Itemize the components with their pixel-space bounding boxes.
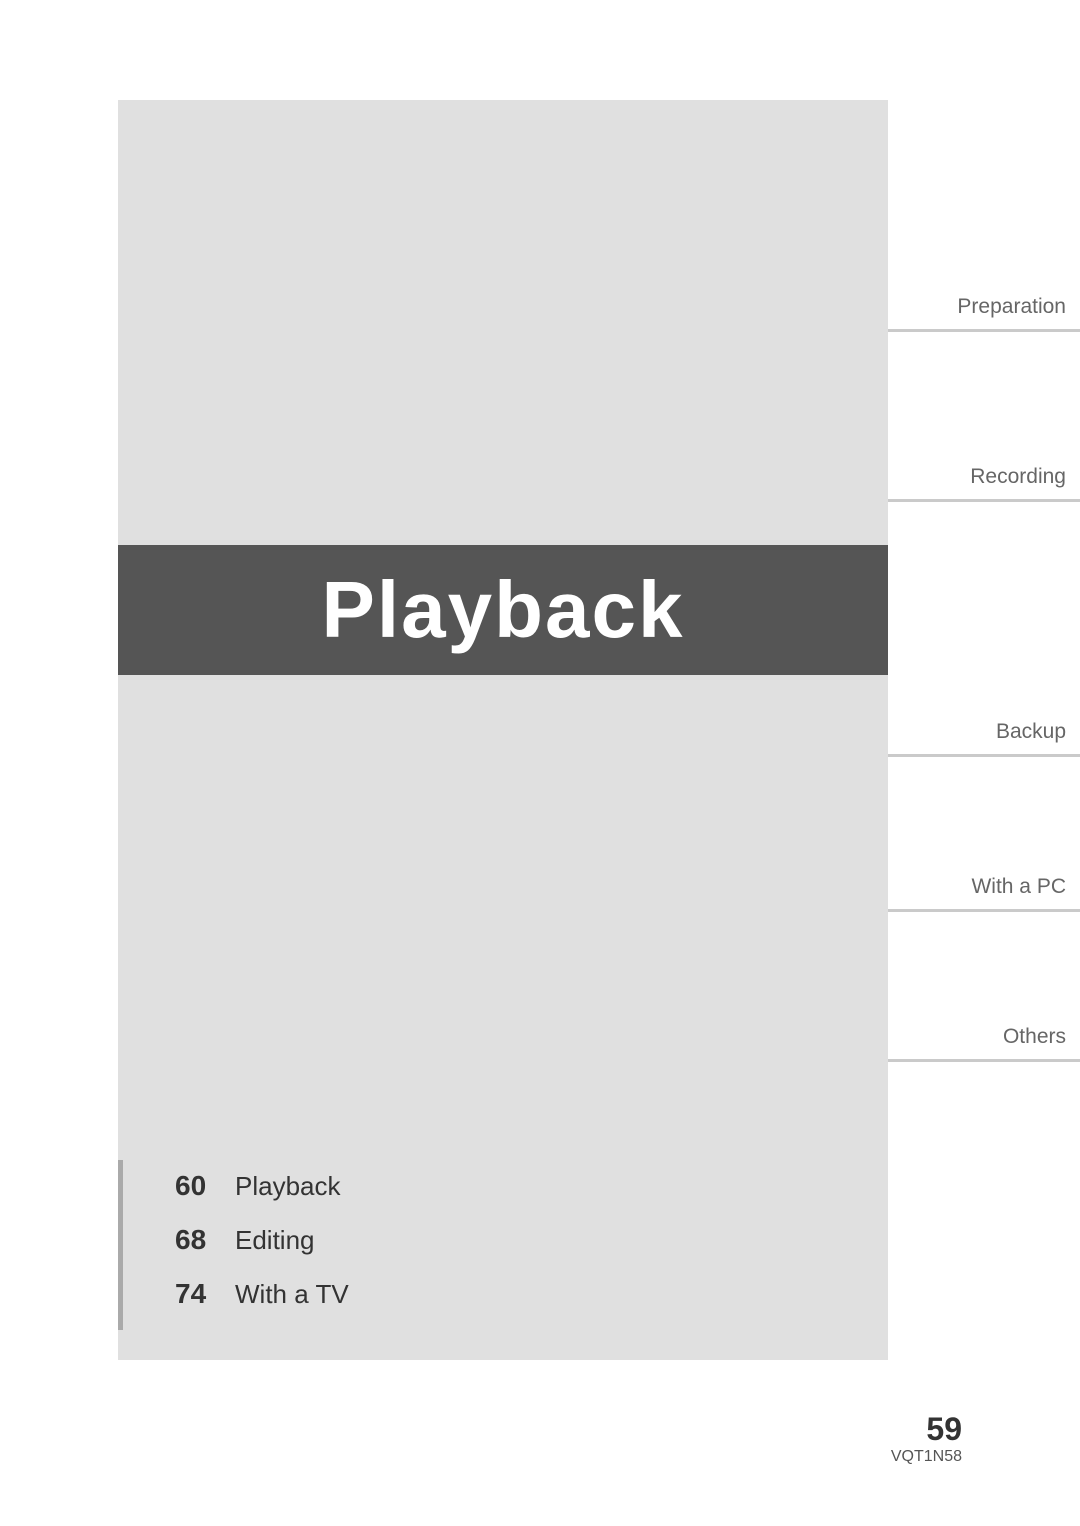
others-label: Others — [1003, 1025, 1080, 1049]
backup-label: Backup — [996, 720, 1080, 744]
toc-area: 60 Playback 68 Editing 74 With a TV — [175, 1170, 349, 1332]
recording-line — [888, 499, 1080, 502]
left-accent-bar — [118, 1160, 123, 1330]
with-pc-label: With a PC — [971, 875, 1080, 899]
with-pc-line — [888, 909, 1080, 912]
playback-banner: Playback — [118, 545, 888, 675]
toc-item-playback: 60 Playback — [175, 1170, 349, 1202]
preparation-line — [888, 329, 1080, 332]
preparation-label: Preparation — [957, 295, 1080, 319]
page-code: VQT1N58 — [891, 1448, 962, 1466]
page-number-area: 59 VQT1N58 — [891, 1411, 962, 1466]
page-container: Playback Preparation Recording Backup Wi… — [0, 0, 1080, 1526]
backup-line — [888, 754, 1080, 757]
others-line — [888, 1059, 1080, 1062]
section-others: Others — [888, 1025, 1080, 1062]
toc-text-editing: Editing — [235, 1225, 315, 1256]
section-recording: Recording — [888, 465, 1080, 502]
toc-item-editing: 68 Editing — [175, 1224, 349, 1256]
toc-text-playback: Playback — [235, 1171, 341, 1202]
recording-label: Recording — [970, 465, 1080, 489]
playback-title: Playback — [322, 564, 685, 656]
section-preparation: Preparation — [888, 295, 1080, 332]
section-with-pc: With a PC — [888, 875, 1080, 912]
toc-number-60: 60 — [175, 1170, 235, 1202]
toc-number-68: 68 — [175, 1224, 235, 1256]
page-number: 59 — [891, 1411, 962, 1448]
section-backup: Backup — [888, 720, 1080, 757]
right-sections: Preparation Recording Backup With a PC O… — [888, 0, 1080, 1526]
toc-item-with-tv: 74 With a TV — [175, 1278, 349, 1310]
toc-text-with-tv: With a TV — [235, 1279, 349, 1310]
toc-number-74: 74 — [175, 1278, 235, 1310]
